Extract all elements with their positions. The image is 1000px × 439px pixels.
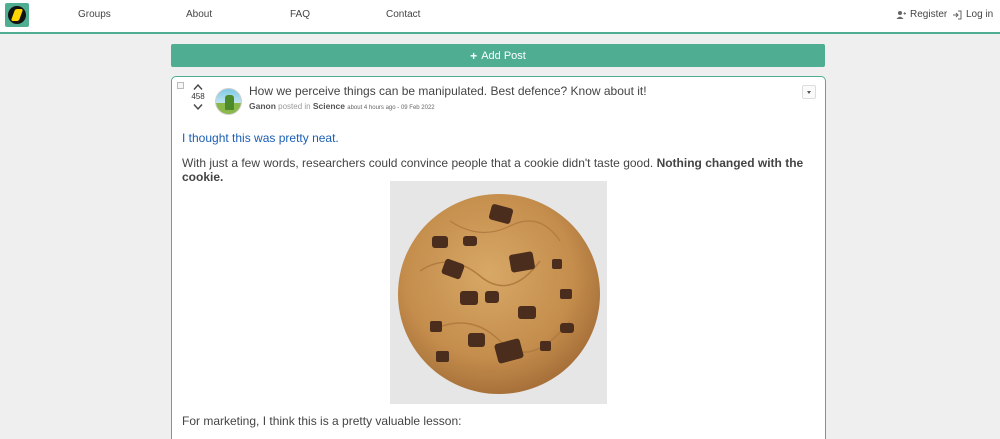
author-avatar[interactable] bbox=[215, 88, 242, 115]
register-link[interactable]: Register bbox=[896, 9, 947, 20]
upvote-icon[interactable] bbox=[193, 83, 203, 91]
user-plus-icon bbox=[896, 10, 906, 19]
top-navbar: Groups About FAQ Contact Register Log in bbox=[0, 0, 1000, 34]
nav-contact[interactable]: Contact bbox=[386, 9, 420, 20]
plus-icon: + bbox=[470, 48, 478, 63]
vote-widget: 458 bbox=[186, 83, 210, 111]
post-author[interactable]: Ganon bbox=[249, 101, 276, 111]
logo-icon bbox=[8, 6, 26, 24]
post-card: 458 How we perceive things can be manipu… bbox=[171, 76, 826, 439]
nav-faq[interactable]: FAQ bbox=[290, 9, 310, 20]
add-post-label: Add Post bbox=[481, 49, 526, 62]
login-link[interactable]: Log in bbox=[952, 9, 993, 20]
post-intro: I thought this was pretty neat. bbox=[182, 131, 339, 145]
post-menu-button[interactable] bbox=[802, 85, 816, 99]
cookie-image bbox=[390, 181, 607, 404]
posted-in-label: posted in bbox=[278, 102, 311, 111]
caret-down-icon bbox=[807, 90, 811, 94]
add-post-button[interactable]: + Add Post bbox=[171, 44, 825, 67]
login-label: Log in bbox=[966, 9, 994, 20]
nav-about[interactable]: About bbox=[186, 9, 212, 20]
post-timestamp: about 4 hours ago - 09 Feb 2022 bbox=[347, 105, 435, 111]
downvote-icon[interactable] bbox=[193, 103, 203, 111]
cookie-icon bbox=[398, 194, 600, 394]
vote-score: 458 bbox=[191, 92, 205, 101]
post-meta: Ganon posted in Science about 4 hours ag… bbox=[249, 101, 435, 111]
post-group[interactable]: Science bbox=[313, 101, 345, 111]
site-logo[interactable] bbox=[5, 3, 29, 27]
sign-in-icon bbox=[953, 10, 962, 19]
collapse-toggle[interactable] bbox=[177, 82, 184, 89]
post-title[interactable]: How we perceive things can be manipulate… bbox=[249, 84, 647, 98]
nav-groups[interactable]: Groups bbox=[78, 9, 111, 20]
post-closing: For marketing, I think this is a pretty … bbox=[182, 414, 462, 428]
post-paragraph: With just a few words, researchers could… bbox=[182, 156, 825, 184]
register-label: Register bbox=[910, 9, 948, 20]
post-sentence: With just a few words, researchers could… bbox=[182, 156, 654, 170]
